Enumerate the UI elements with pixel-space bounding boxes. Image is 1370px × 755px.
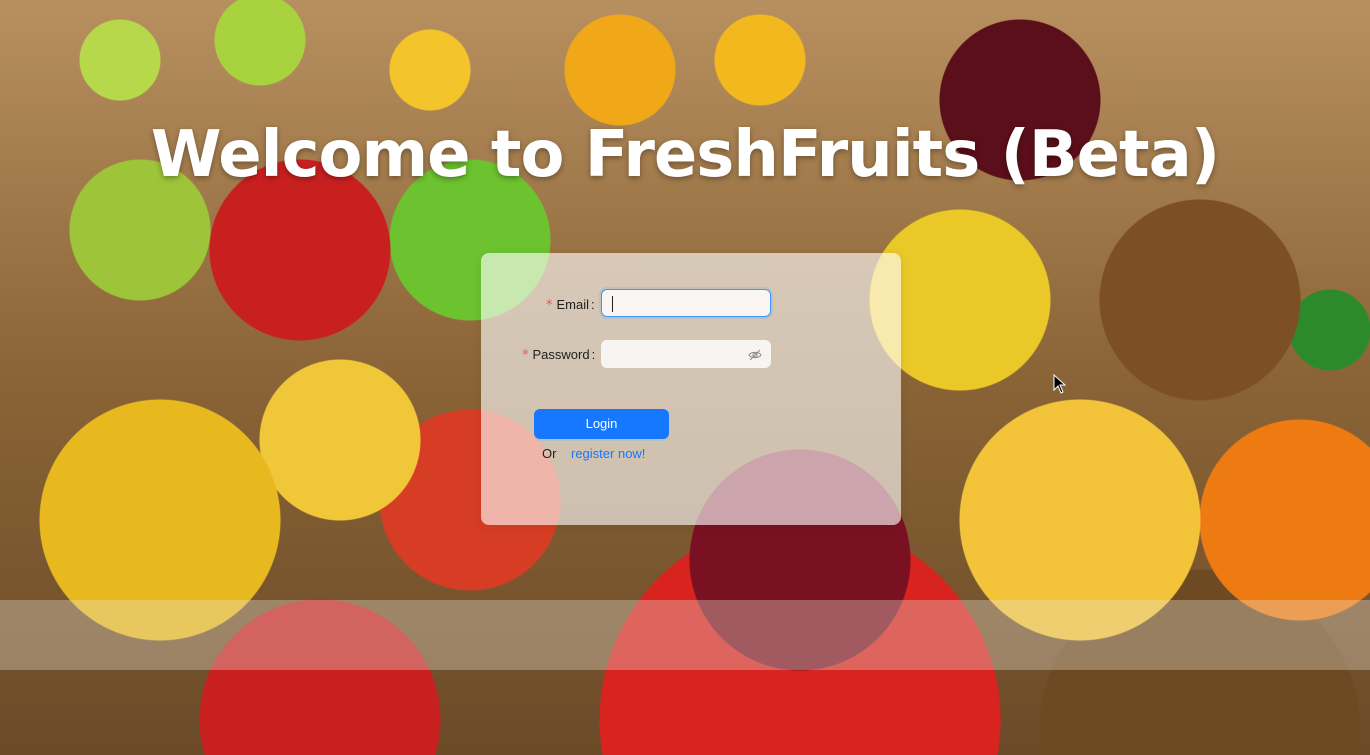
text-caret <box>612 296 613 312</box>
password-label: * Password: <box>522 347 596 363</box>
mouse-pointer-icon <box>1053 374 1067 394</box>
email-field[interactable] <box>601 289 771 317</box>
login-page: Welcome to FreshFruits (Beta) * Email: * P… <box>0 0 1370 755</box>
email-label: * Email: <box>546 297 595 313</box>
shelf-divider <box>0 600 1370 670</box>
password-label-text: Password <box>532 347 590 362</box>
eye-invisible-icon[interactable] <box>748 348 762 362</box>
login-button[interactable]: Login <box>534 409 669 439</box>
register-link[interactable]: register now! <box>571 446 645 461</box>
required-mark: * <box>546 298 553 313</box>
required-mark: * <box>522 348 529 363</box>
or-text: Or <box>542 446 557 461</box>
page-title: Welcome to FreshFruits (Beta) <box>150 118 1220 192</box>
email-label-text: Email <box>556 297 590 312</box>
password-field[interactable] <box>601 340 771 368</box>
